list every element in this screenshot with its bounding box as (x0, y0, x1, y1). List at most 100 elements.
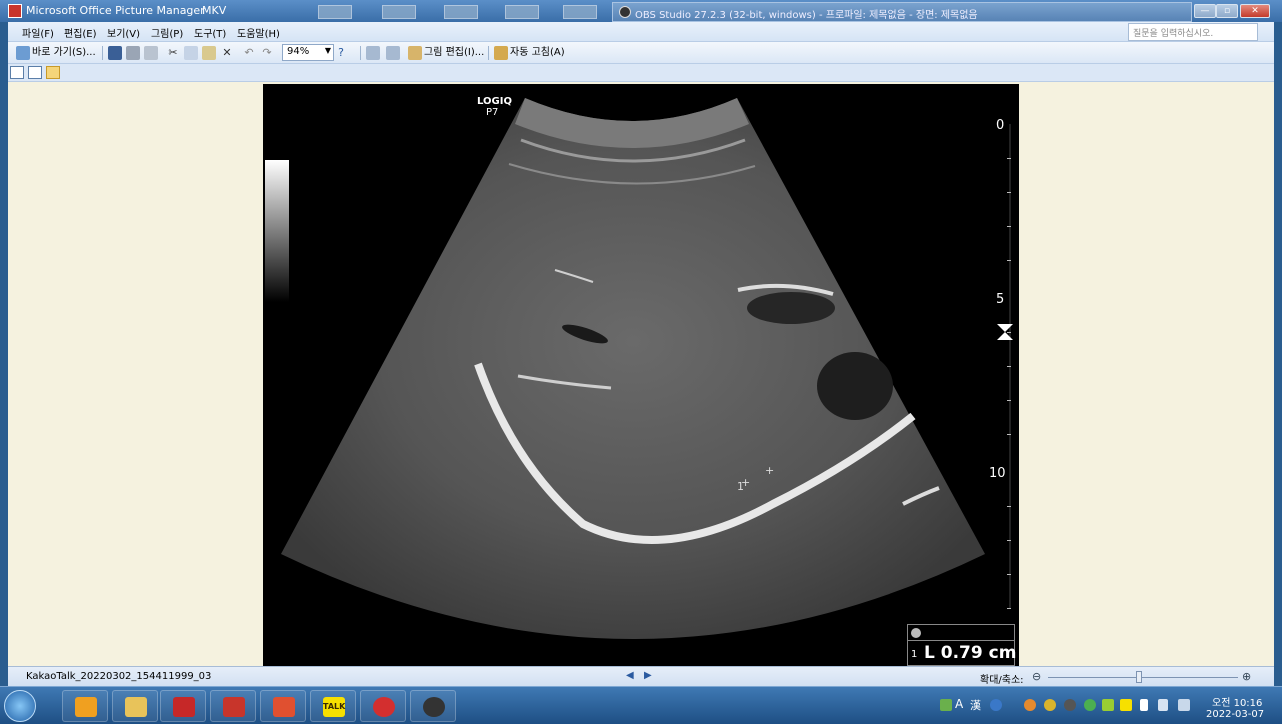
taskbar-app[interactable] (112, 690, 158, 722)
status-bar: KakaoTalk_20220302_154411999_03 ◀ ▶ 확대/축… (8, 666, 1274, 686)
taskbar-thumbnail[interactable] (563, 5, 597, 19)
picture-manager-icon (223, 697, 245, 717)
print-icon[interactable] (126, 46, 140, 60)
rotate-left-icon[interactable] (366, 46, 380, 60)
tray-app-icon[interactable] (1044, 699, 1056, 711)
taskbar-app[interactable] (260, 690, 306, 722)
obs-window-tab[interactable]: OBS Studio 27.2.3 (32-bit, windows) - 프로… (612, 2, 1192, 22)
taskbar-app[interactable] (160, 690, 206, 722)
menu-file[interactable]: 파일(F) (22, 25, 54, 40)
measure-icon (911, 628, 921, 638)
filmstrip-view-icon[interactable] (28, 66, 42, 79)
measurement-index: 1 (911, 649, 918, 660)
maximize-button[interactable]: ▫ (1216, 4, 1238, 18)
auto-correct-button[interactable]: 자동 고침(A) (510, 45, 565, 61)
ultrasound-scan (265, 98, 1013, 639)
edit-picture-icon (408, 46, 422, 60)
single-picture-view-icon[interactable] (46, 66, 60, 79)
zoom-slider-track[interactable] (1048, 677, 1238, 678)
measurement-box: 1 L 0.79 cm (907, 624, 1017, 666)
help-icon[interactable] (990, 699, 1002, 711)
view-mode-bar (8, 64, 1274, 82)
flag-icon[interactable] (1140, 699, 1148, 711)
browser-icon (75, 697, 97, 717)
scanner-logo: LOGIQ (477, 96, 512, 107)
help-question-input[interactable]: 질문을 입력하십시오. (1128, 23, 1258, 41)
copy-icon[interactable] (184, 46, 198, 60)
cut-icon[interactable]: ✂ (166, 46, 180, 60)
close-button[interactable]: ✕ (1240, 4, 1270, 18)
zoom-in-icon[interactable]: ⊕ (1242, 670, 1251, 683)
thumbnail-view-icon[interactable] (10, 66, 24, 79)
app-icon (373, 697, 395, 717)
taskbar-app-kakaotalk[interactable]: TALK (310, 690, 356, 722)
tray-app-icon[interactable] (1102, 699, 1114, 711)
chevron-down-icon: ▼ (324, 46, 331, 55)
window-title: Microsoft Office Picture Manager (26, 4, 205, 17)
menu-edit[interactable]: 편집(E) (64, 25, 97, 40)
ultrasound-image[interactable]: LOGIQ P7 0 5 10 1 + + 1 L 0.79 cm (263, 84, 1019, 666)
network-icon[interactable] (1178, 699, 1190, 711)
email-icon[interactable] (144, 46, 158, 60)
volume-icon[interactable] (1158, 699, 1168, 711)
zoom-select[interactable]: 94% ▼ (282, 44, 334, 61)
clock-time[interactable]: 오전 10:16 (1212, 694, 1262, 709)
menu-tools[interactable]: 도구(T) (194, 25, 226, 40)
windows-taskbar: TALK A 漢 오전 10:16 2022-03-07 (0, 686, 1282, 724)
file-name: KakaoTalk_20220302_154411999_03 (26, 671, 212, 682)
app-icon (273, 697, 295, 717)
measurement-value: L 0.79 cm (924, 643, 1017, 663)
rotate-right-icon[interactable] (386, 46, 400, 60)
taskbar-app[interactable] (210, 690, 256, 722)
folder-icon (125, 697, 147, 717)
edit-picture-button[interactable]: 그림 편집(I)... (424, 45, 484, 61)
secondary-title: MKV (202, 4, 227, 17)
zoom-out-icon[interactable]: ⊖ (1032, 670, 1041, 683)
delete-icon[interactable]: ✕ (220, 46, 234, 60)
tray-app-icon[interactable] (1024, 699, 1036, 711)
minimize-button[interactable]: — (1194, 4, 1216, 18)
undo-icon[interactable]: ↶ (242, 46, 256, 60)
app-icon (173, 697, 195, 717)
obs-icon (619, 6, 631, 18)
paste-icon[interactable] (202, 46, 216, 60)
taskbar-thumbnail[interactable] (444, 5, 478, 19)
toolbar: 바로 가기(S)... ✂ ✕ ↶ ↷ 94% ▼ ? 그림 편집(I)... 자… (8, 42, 1274, 64)
goto-shortcut-button[interactable]: 바로 가기(S)... (32, 45, 96, 61)
taskbar-thumbnail[interactable] (318, 5, 352, 19)
grayscale-bar (265, 160, 289, 302)
measurement-header (908, 625, 1014, 641)
probe-label: P7 (486, 107, 499, 118)
save-icon[interactable] (108, 46, 122, 60)
redo-icon[interactable]: ↷ (260, 46, 274, 60)
zoom-slider-thumb[interactable] (1136, 671, 1142, 683)
menu-picture[interactable]: 그림(P) (151, 25, 183, 40)
taskbar-app-obs[interactable] (410, 690, 456, 722)
taskbar-app[interactable] (360, 690, 406, 722)
depth-label-10: 10 (989, 466, 1006, 481)
taskbar-thumbnail[interactable] (505, 5, 539, 19)
ime-icon[interactable] (940, 699, 952, 711)
vessel-lumen (747, 292, 835, 324)
previous-picture-button[interactable]: ◀ (626, 670, 634, 681)
menu-view[interactable]: 보기(V) (107, 25, 140, 40)
clock-date[interactable]: 2022-03-07 (1206, 709, 1264, 720)
toolbar-separator (360, 46, 361, 60)
caliper-start: + (741, 476, 751, 489)
tray-app-icon[interactable] (1084, 699, 1096, 711)
next-picture-button[interactable]: ▶ (644, 670, 652, 681)
toolbar-separator (102, 46, 103, 60)
kakaotalk-icon: TALK (323, 697, 345, 717)
taskbar-thumbnail[interactable] (382, 5, 416, 19)
kakaotalk-tray-icon[interactable] (1120, 699, 1132, 711)
taskbar-app[interactable] (62, 690, 108, 722)
input-mode-indicator[interactable]: A (955, 697, 963, 711)
help-icon[interactable]: ? (334, 46, 348, 60)
start-button[interactable] (4, 690, 36, 722)
tray-app-icon[interactable] (1064, 699, 1076, 711)
auto-correct-icon (494, 46, 508, 60)
picture-viewer: LOGIQ P7 0 5 10 1 + + 1 L 0.79 cm (8, 82, 1274, 666)
depth-label-0: 0 (996, 118, 1005, 133)
hanja-indicator[interactable]: 漢 (970, 697, 981, 713)
menu-help[interactable]: 도움말(H) (237, 25, 280, 40)
